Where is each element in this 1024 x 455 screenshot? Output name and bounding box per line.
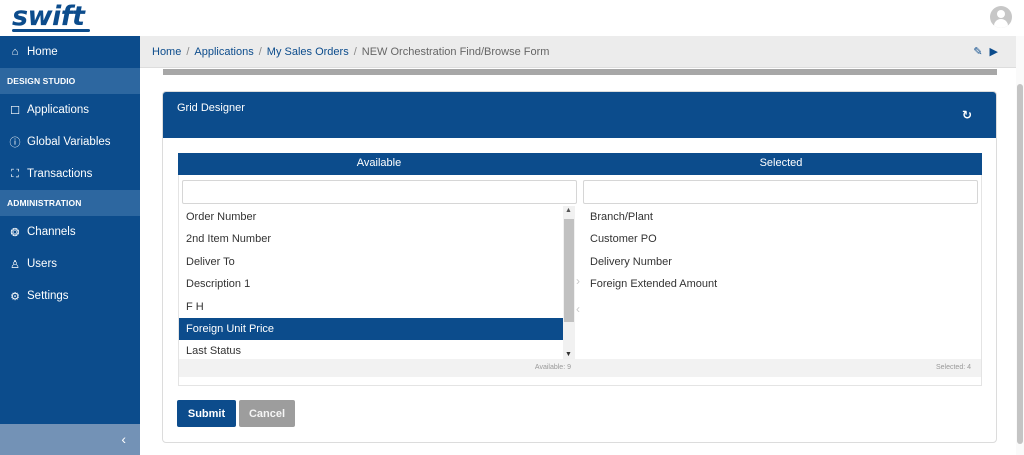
move-left-icon[interactable]: ‹ — [576, 302, 580, 316]
sidebar-item-label: Applications — [27, 104, 90, 116]
info-icon: ⓘ — [9, 137, 21, 149]
breadcrumb-current: NEW Orchestration Find/Browse Form — [361, 45, 550, 58]
submit-button[interactable]: Submit — [177, 400, 236, 427]
refresh-icon[interactable]: ↻ — [962, 108, 972, 122]
available-scroll-thumb[interactable] — [564, 219, 574, 322]
breadcrumb-separator: / — [258, 45, 262, 58]
transactions-icon: ⛶ — [11, 167, 19, 180]
available-list-item[interactable]: 2nd Item Number — [179, 228, 563, 250]
gear-icon: ⚙ — [10, 290, 20, 303]
sidebar-nav: ⌂ Home DESIGN STUDIO ☐ Applications ⓘ Global V… — [0, 36, 140, 312]
sidebar-item-users[interactable]: ♙ Users — [0, 248, 140, 280]
logo-underline — [12, 29, 90, 32]
selected-count: Selected: 4 — [935, 364, 971, 371]
user-avatar-icon[interactable] — [990, 6, 1012, 28]
selected-list-item[interactable]: Foreign Extended Amount — [583, 273, 981, 295]
available-list: Order Number 2nd Item Number Deliver To Des… — [179, 206, 563, 359]
sidebar-item-label: Home — [27, 46, 58, 58]
available-list-item[interactable]: Order Number — [179, 206, 563, 228]
breadcrumb-my-sales-orders[interactable]: My Sales Orders — [267, 46, 349, 58]
edit-icon[interactable]: ✎ — [973, 45, 982, 58]
selected-list-item[interactable]: Customer PO — [583, 228, 981, 250]
avatar-head — [997, 10, 1005, 18]
selected-list-item[interactable]: Delivery Number — [583, 251, 981, 273]
breadcrumb-home[interactable]: Home — [152, 46, 181, 58]
sidebar-section-header: DESIGN STUDIO — [0, 68, 140, 94]
scroll-up-icon[interactable]: ▲ — [565, 207, 572, 214]
sidebar-section-header: ADMINISTRATION — [0, 190, 140, 216]
sidebar: ⌂ Home DESIGN STUDIO ☐ Applications ⓘ Global V… — [0, 36, 140, 455]
grid-designer-card: Grid Designer ↻ Available Selected Order… — [162, 91, 997, 443]
sidebar-item-global-variables[interactable]: ⓘ Global Variables — [0, 126, 140, 158]
available-list-item[interactable]: Description 1 — [179, 273, 563, 295]
home-icon: ⌂ — [11, 46, 19, 58]
sidebar-item-applications[interactable]: ☐ Applications — [0, 94, 140, 126]
grid-body: Order Number 2nd Item Number Deliver To Des… — [178, 175, 982, 386]
applications-icon: ☐ — [10, 104, 20, 117]
selected-list: Branch/Plant Customer PO Delivery Number Fo… — [583, 206, 981, 296]
available-column-header: Available — [356, 157, 402, 169]
available-list-item[interactable]: Deliver To — [179, 251, 563, 273]
swift-logo[interactable]: swift — [12, 1, 85, 32]
sidebar-item-label: Users — [27, 258, 58, 270]
sidebar-item-transactions[interactable]: ⛶ Transactions — [0, 158, 140, 190]
sidebar-item-settings[interactable]: ⚙ Settings — [0, 280, 140, 312]
available-list-item[interactable]: Last Status — [179, 340, 563, 359]
cancel-button[interactable]: Cancel — [239, 400, 295, 427]
available-filter-input[interactable] — [182, 180, 577, 204]
grid-header: Available Selected — [178, 153, 982, 175]
sidebar-item-channels[interactable]: ❂ Channels — [0, 216, 140, 248]
page-scrollbar-thumb[interactable] — [1017, 84, 1023, 444]
available-list-scrollbar[interactable]: ▲ ▼ — [563, 206, 575, 359]
sidebar-item-home[interactable]: ⌂ Home — [0, 36, 140, 68]
selected-list-item[interactable]: Branch/Plant — [583, 206, 981, 228]
selected-column-header: Selected — [759, 157, 803, 169]
collapse-sidebar-icon[interactable]: ‹ — [121, 431, 126, 447]
top-bar: swift — [0, 0, 1024, 36]
avatar-body — [994, 19, 1008, 28]
play-icon[interactable]: ▶ — [990, 45, 998, 58]
grid-footer: Available: 9 Selected: 4 — [179, 359, 981, 377]
sidebar-item-label: Global Variables — [27, 136, 111, 148]
channels-icon: ❂ — [10, 226, 20, 239]
card-header: Grid Designer ↻ — [163, 92, 996, 138]
sidebar-item-label: Channels — [27, 226, 76, 238]
breadcrumb-separator: / — [186, 45, 190, 58]
breadcrumb-separator: / — [353, 45, 357, 58]
breadcrumb-actions: ✎ ▶ — [973, 45, 998, 58]
move-right-icon[interactable]: › — [576, 274, 580, 288]
available-count: Available: 9 — [534, 364, 571, 371]
sidebar-item-label: Transactions — [27, 168, 93, 180]
available-list-item[interactable]: F H — [179, 296, 563, 318]
collapsed-panel-strip — [163, 69, 997, 75]
breadcrumb-applications[interactable]: Applications — [194, 46, 253, 58]
breadcrumb: Home / Applications / My Sales Orders / … — [140, 36, 1016, 68]
selected-filter-input[interactable] — [583, 180, 978, 204]
card-title: Grid Designer — [177, 102, 245, 114]
sidebar-item-label: Settings — [27, 290, 69, 302]
user-icon: ♙ — [10, 258, 20, 271]
available-list-item[interactable]: Foreign Unit Price — [179, 317, 563, 341]
sidebar-footer: ‹ — [0, 424, 140, 455]
scroll-down-icon[interactable]: ▼ — [565, 351, 572, 358]
